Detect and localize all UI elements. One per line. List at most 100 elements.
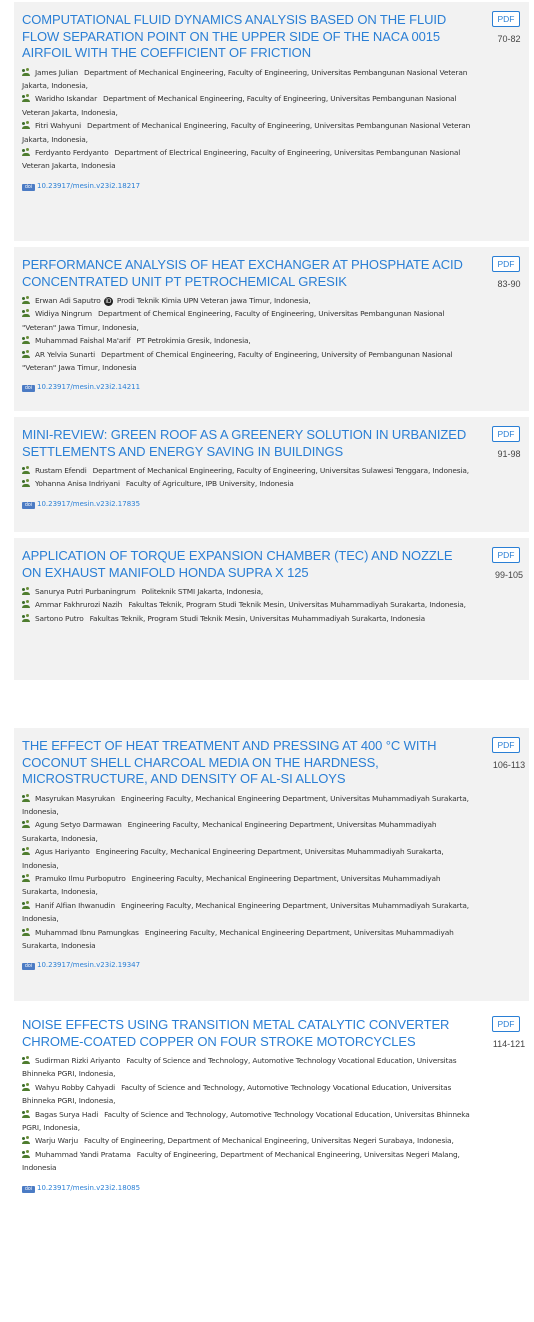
article-title-link[interactable]: PERFORMANCE ANALYSIS OF HEAT EXCHANGER A… — [22, 257, 475, 290]
author-name: Warju Warju — [35, 1136, 78, 1146]
author-name: Sanurya Putri Purbaningrum — [35, 587, 136, 596]
author-entry: Waridho Iskandar Department of Mechanical… — [22, 92, 475, 119]
author-affiliation: PT Petrokimia Gresik, Indonesia, — [136, 336, 251, 346]
author-list: Sanurya Putri Purbaningrum Politeknik STM… — [22, 585, 475, 625]
pdf-button[interactable]: PDF — [492, 547, 520, 563]
article-pages: 70-82 — [497, 34, 521, 44]
user-group-icon — [22, 479, 32, 488]
author-entry: Ammar Fakhrurozi Nazih Fakultas Teknik, P… — [22, 598, 475, 611]
author-name: Hanif Alfian Ihwanudin — [35, 900, 116, 910]
author-entry: Sartono Putro Fakultas Teknik, Program St… — [22, 612, 475, 625]
article-card: COMPUTATIONAL FLUID DYNAMICS ANALYSIS BA… — [14, 2, 529, 241]
author-name: Yohanna Anisa Indriyani — [35, 479, 120, 489]
author-entry: James Julian Department of Mechanical Eng… — [22, 66, 475, 93]
article-title-link[interactable]: NOISE EFFECTS USING TRANSITION METAL CAT… — [22, 1017, 475, 1050]
article-title-link[interactable]: MINI-REVIEW: GREEN ROOF AS A GREENERY SO… — [22, 427, 475, 460]
doi-link[interactable]: doi 10.23917/mesin.v23i2.17835 — [22, 499, 141, 509]
user-group-icon — [22, 600, 32, 609]
author-affiliation: Department of Mechanical Engineering, Fa… — [92, 466, 469, 475]
doi-text: 10.23917/mesin.v23i2.18217 — [37, 181, 141, 190]
author-affiliation: Prodi Teknik Kimia UPN Veteran jawa Timu… — [116, 296, 311, 305]
author-list: Masyrukan Masyrukan Engineering Faculty, … — [22, 792, 475, 953]
doi-icon: doi — [22, 1185, 35, 1193]
author-name: Masyrukan Masyrukan — [35, 793, 115, 803]
article-card: THE EFFECT OF HEAT TREATMENT AND PRESSIN… — [14, 728, 529, 1001]
author-entry: Bagas Surya Hadi Faculty of Science and T… — [22, 1108, 475, 1135]
doi-icon: doi — [22, 385, 35, 393]
user-group-icon — [22, 928, 32, 936]
user-group-icon — [22, 1056, 32, 1064]
author-entry: Sanurya Putri Purbaningrum Politeknik STM… — [22, 585, 475, 598]
user-group-icon — [22, 1083, 32, 1091]
author-affiliation: Fakultas Teknik, Program Studi Teknik Me… — [89, 613, 426, 623]
doi-icon: doi — [22, 501, 35, 509]
article-pages: 106-113 — [492, 760, 526, 770]
author-affiliation: Department of Mechanical Engineering, Fa… — [22, 121, 471, 144]
author-name: Waridho Iskandar — [35, 94, 97, 104]
author-name: AR Yelvia Sunarti — [35, 349, 96, 359]
doi-icon: doi — [22, 963, 35, 971]
author-entry: Pramuko Ilmu Purboputro Engineering Facul… — [22, 872, 475, 899]
author-list: Rustam Efendi Department of Mechanical En… — [22, 464, 475, 491]
article-pages: 83-90 — [497, 279, 521, 289]
author-name: Widiya Ningrum — [35, 309, 92, 319]
author-entry: Hanif Alfian Ihwanudin Engineering Facult… — [22, 899, 475, 926]
doi-text: 10.23917/mesin.v23i2.19347 — [37, 961, 141, 970]
pdf-button[interactable]: PDF — [492, 1016, 520, 1032]
article-title-link[interactable]: COMPUTATIONAL FLUID DYNAMICS ANALYSIS BA… — [22, 12, 475, 62]
doi-text: 10.23917/mesin.v23i2.18085 — [37, 1183, 141, 1192]
article-pages: 114-121 — [492, 1039, 526, 1049]
author-name: Ferdyanto Ferdyanto — [35, 147, 109, 157]
article-card: NOISE EFFECTS USING TRANSITION METAL CAT… — [14, 1007, 529, 1252]
doi-text: 10.23917/mesin.v23i2.17835 — [37, 499, 141, 508]
article-card: PERFORMANCE ANALYSIS OF HEAT EXCHANGER A… — [14, 247, 529, 411]
doi-text: 10.23917/mesin.v23i2.14211 — [37, 383, 141, 392]
author-list: Sudirman Rizki Ariyanto Faculty of Scienc… — [22, 1054, 475, 1175]
pdf-button[interactable]: PDF — [492, 256, 520, 272]
article-title-link[interactable]: THE EFFECT OF HEAT TREATMENT AND PRESSIN… — [22, 738, 475, 788]
author-entry: Ferdyanto Ferdyanto Department of Electri… — [22, 146, 475, 173]
user-group-icon — [22, 296, 32, 304]
user-group-icon — [22, 847, 32, 856]
author-name: Rustam Efendi — [35, 466, 87, 475]
doi-link[interactable]: doi 10.23917/mesin.v23i2.19347 — [22, 961, 141, 971]
article-card: APPLICATION OF TORQUE EXPANSION CHAMBER … — [14, 538, 529, 680]
author-entry: Masyrukan Masyrukan Engineering Faculty, … — [22, 792, 475, 819]
user-group-icon — [22, 820, 32, 829]
author-entry: Agus Hariyanto Engineering Faculty, Mecha… — [22, 845, 475, 872]
author-list: James Julian Department of Mechanical Eng… — [22, 66, 475, 173]
doi-icon: doi — [22, 183, 35, 191]
author-affiliation: Faculty of Agriculture, IPB University, … — [125, 479, 294, 489]
article-card: MINI-REVIEW: GREEN ROOF AS A GREENERY SO… — [14, 417, 529, 532]
user-group-icon — [22, 587, 32, 595]
author-affiliation: Faculty of Engineering, Department of Me… — [83, 1136, 454, 1146]
user-group-icon — [22, 148, 32, 156]
orcid-icon[interactable]: iD — [103, 297, 113, 306]
author-name: Pramuko Ilmu Purboputro — [35, 873, 126, 883]
author-name: Bagas Surya Hadi — [35, 1109, 99, 1119]
author-entry: Warju Warju Faculty of Engineering, Depar… — [22, 1134, 475, 1147]
author-entry: Fitri Wahyuni Department of Mechanical En… — [22, 119, 475, 146]
article-title-link[interactable]: APPLICATION OF TORQUE EXPANSION CHAMBER … — [22, 548, 475, 581]
doi-link[interactable]: doi 10.23917/mesin.v23i2.14211 — [22, 383, 141, 393]
author-name: Sartono Putro — [35, 613, 84, 623]
author-entry: Sudirman Rizki Ariyanto Faculty of Scienc… — [22, 1054, 475, 1081]
user-group-icon — [22, 614, 32, 622]
author-entry: Agung Setyo Darmawan Engineering Faculty,… — [22, 818, 475, 845]
user-group-icon — [22, 1150, 32, 1158]
user-group-icon — [22, 121, 32, 130]
user-group-icon — [22, 901, 32, 909]
author-name: Sudirman Rizki Ariyanto — [35, 1056, 121, 1065]
author-name: Fitri Wahyuni — [35, 121, 81, 131]
doi-link[interactable]: doi 10.23917/mesin.v23i2.18085 — [22, 1183, 141, 1193]
pdf-button[interactable]: PDF — [492, 426, 520, 442]
author-name: Erwan Adi Saputro — [35, 296, 101, 305]
user-group-icon — [22, 68, 32, 76]
pdf-button[interactable]: PDF — [492, 11, 520, 27]
author-entry: AR Yelvia Sunarti Department of Chemical … — [22, 348, 475, 375]
author-list: Erwan Adi Saputro iD Prodi Teknik Kimia U… — [22, 294, 475, 374]
user-group-icon — [22, 94, 32, 103]
doi-link[interactable]: doi 10.23917/mesin.v23i2.18217 — [22, 181, 141, 191]
pdf-button[interactable]: PDF — [492, 737, 520, 753]
user-group-icon — [22, 350, 32, 358]
